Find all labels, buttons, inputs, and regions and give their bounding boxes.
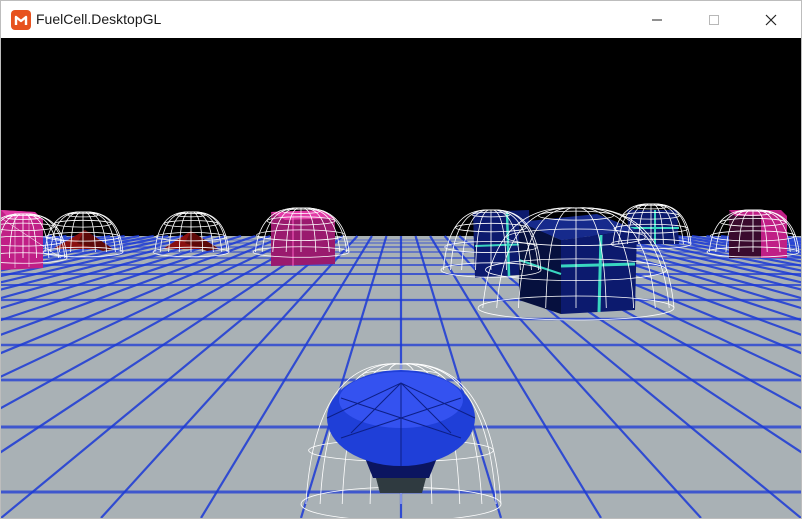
barrier-magenta-right xyxy=(729,210,787,258)
monogame-logo-icon xyxy=(11,10,31,30)
game-window: FuelCell.DesktopGL xyxy=(0,0,802,519)
close-icon xyxy=(765,14,777,25)
minimize-button[interactable] xyxy=(628,1,686,38)
window-title: FuelCell.DesktopGL xyxy=(36,11,162,27)
title-bar[interactable]: FuelCell.DesktopGL xyxy=(1,1,801,38)
game-viewport[interactable] xyxy=(1,38,801,518)
close-button[interactable] xyxy=(742,1,800,38)
maximize-button[interactable] xyxy=(685,1,743,38)
sky xyxy=(1,38,801,238)
maximize-icon xyxy=(709,14,719,25)
minimize-icon xyxy=(652,19,662,20)
